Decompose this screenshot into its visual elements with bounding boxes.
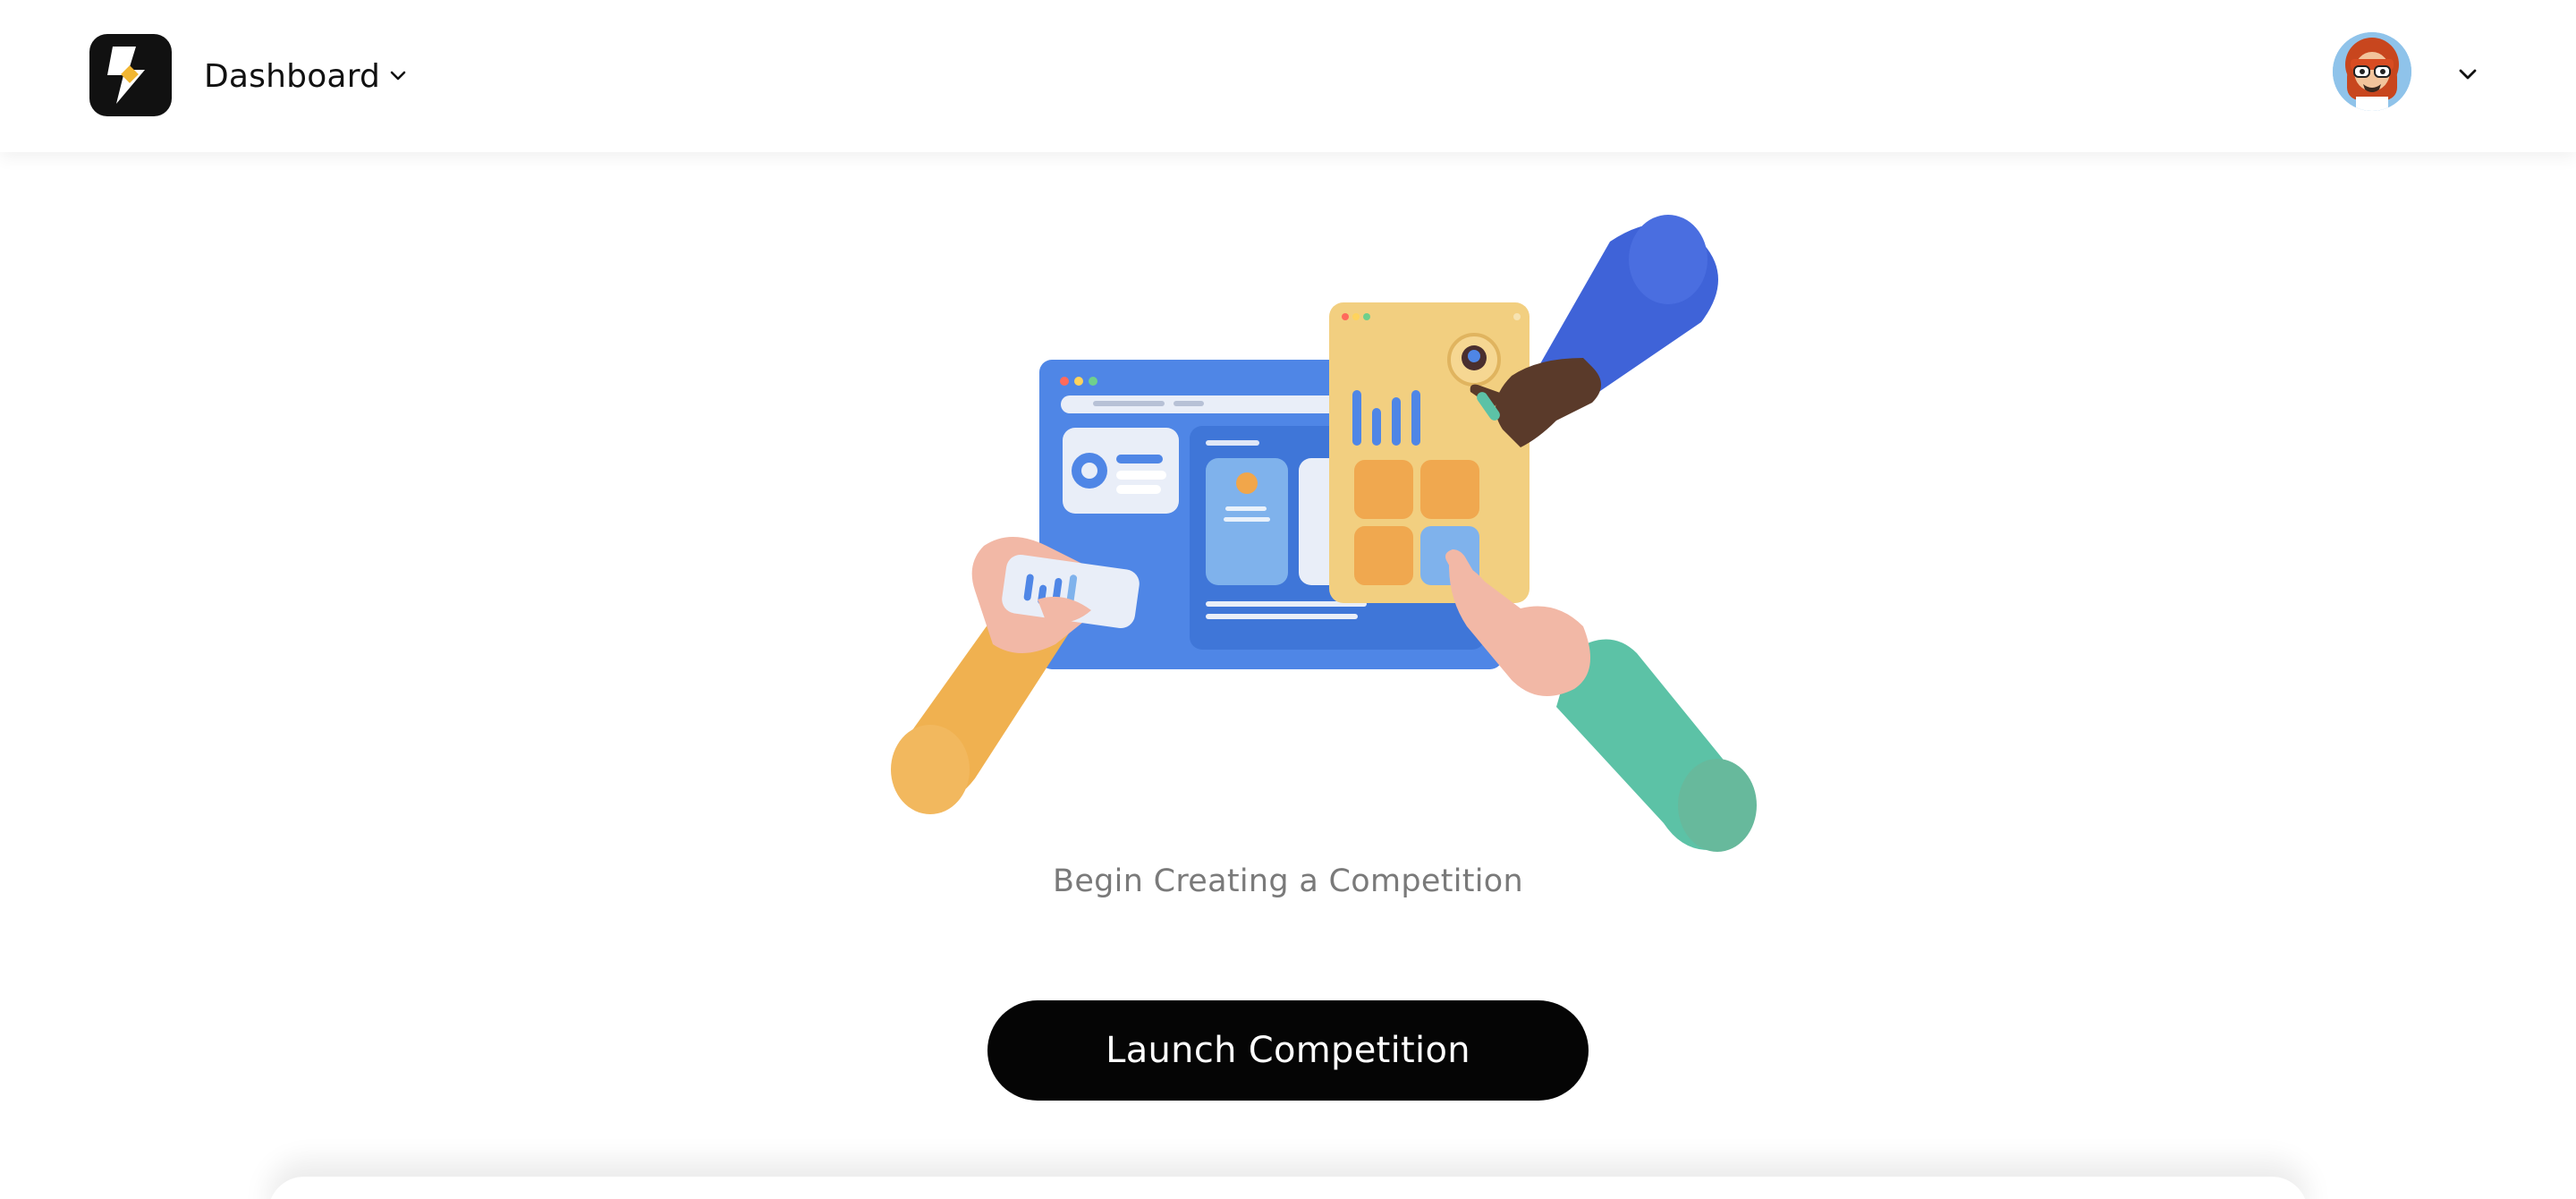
empty-state-message: Begin Creating a Competition xyxy=(1053,863,1523,899)
launch-competition-button[interactable]: Launch Competition xyxy=(987,1000,1589,1101)
app-window: Dashboard Begin Creating a Competition L… xyxy=(0,0,2576,1199)
user-avatar[interactable] xyxy=(2333,32,2411,111)
chevron-down-icon xyxy=(389,68,407,85)
hands-dashboard-illustration xyxy=(805,206,1771,868)
chevron-down-icon xyxy=(2459,69,2477,80)
account-menu-chevron[interactable] xyxy=(2453,59,2483,89)
dashboard-label: Dashboard xyxy=(204,57,381,95)
avatar-icon xyxy=(2333,32,2411,111)
top-header: Dashboard xyxy=(0,0,2576,152)
bolt-logo-icon xyxy=(107,47,145,104)
bottom-panel xyxy=(268,1177,2308,1199)
dashboard-dropdown[interactable]: Dashboard xyxy=(204,52,407,100)
app-logo[interactable] xyxy=(89,34,172,116)
